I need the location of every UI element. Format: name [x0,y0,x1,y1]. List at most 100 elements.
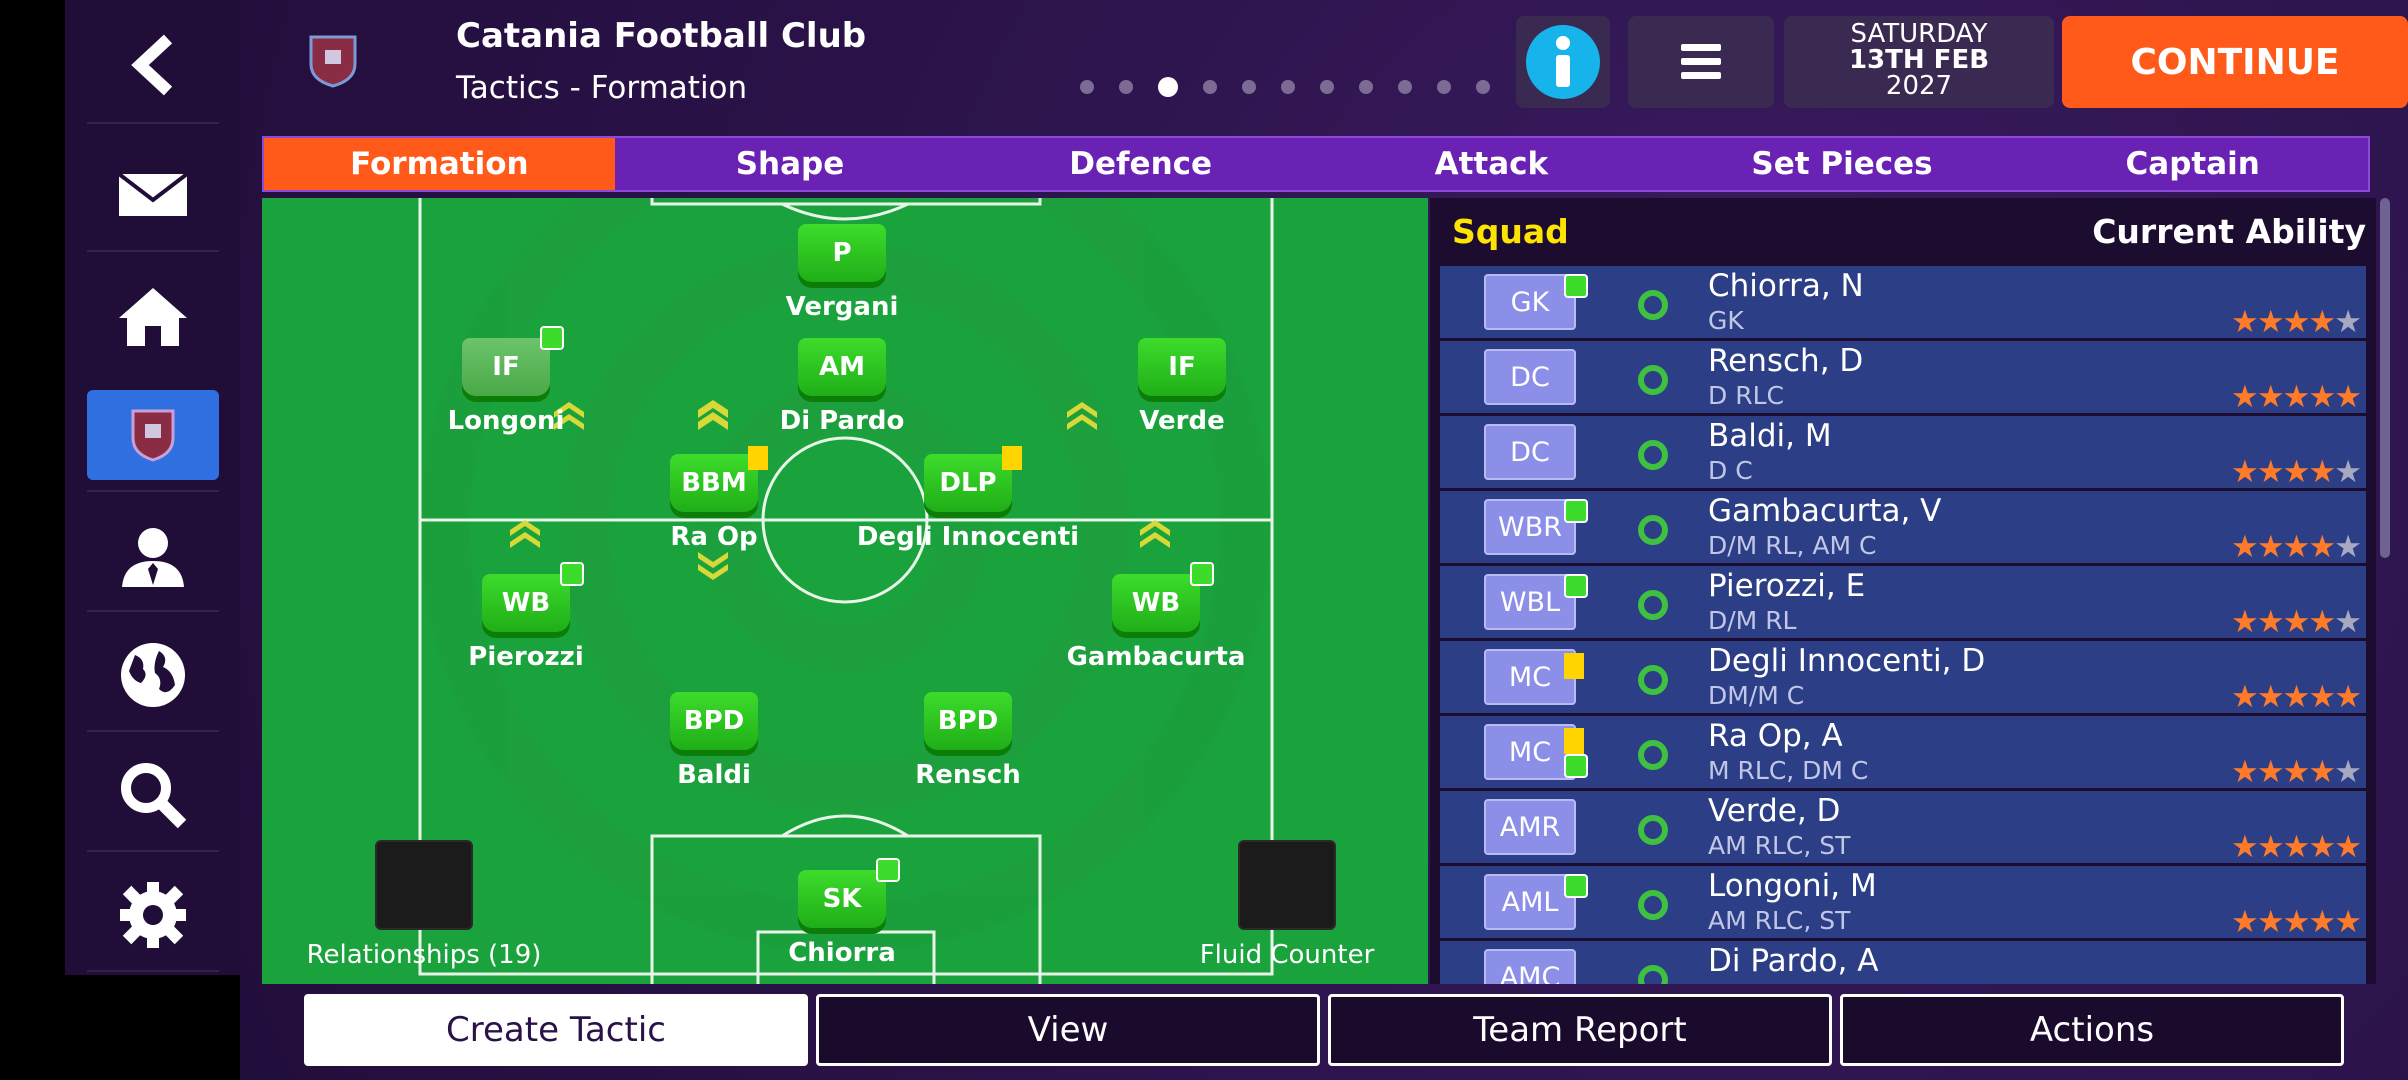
tab-attack[interactable]: Attack [1316,138,1667,190]
date-year: 2027 [1885,71,1953,101]
player-token-sk[interactable]: SK Chiorra [782,858,902,968]
swap-badge-icon [1564,274,1588,298]
manager-icon[interactable] [87,512,219,602]
club-crest-icon[interactable] [87,390,219,480]
status-icon [1638,815,1668,845]
move-arrow-icon [510,520,540,548]
status-icon [1638,965,1668,984]
ability-stars: ★★★★★ [2231,679,2362,715]
gear-icon[interactable] [87,870,219,960]
player-token-dlp[interactable]: DLP Degli Innocenti [857,446,1079,552]
yellow-card-icon [1564,728,1584,754]
mentality-button[interactable]: Fluid Counter [1162,840,1412,970]
status-icon [1638,290,1668,320]
squad-row[interactable]: MC Degli Innocenti, D DM/M C ★★★★★ [1440,641,2366,715]
player-token-if-right[interactable]: IF Verde [1122,338,1242,436]
ability-stars: ★★★★★ [2231,529,2362,565]
home-icon[interactable] [87,272,219,362]
status-icon [1638,365,1668,395]
tab-defence[interactable]: Defence [965,138,1316,190]
ability-stars: ★★★★★ [2231,754,2362,790]
status-icon [1638,590,1668,620]
club-name: Catania Football Club [456,16,867,56]
yellow-card-icon [1002,446,1022,470]
tab-shape[interactable]: Shape [615,138,966,190]
status-icon [1638,440,1668,470]
formation-dots-icon [1238,840,1336,930]
team-report-button[interactable]: Team Report [1328,994,1832,1066]
sidebar [65,0,240,975]
ability-stars: ★★★★★ [2231,604,2362,640]
date-day: 13TH FEB [1848,45,1990,75]
game-date[interactable]: SATURDAY 13TH FEB 2027 [1784,16,2054,108]
hamburger-icon [1681,44,1721,79]
ability-stars: ★★★★★ [2231,904,2362,940]
status-icon [1638,740,1668,770]
ability-stars: ★★★★★ [2231,454,2362,490]
squad-row[interactable]: DC Baldi, M D C ★★★★★ [1440,416,2366,490]
back-arrow-icon[interactable] [87,20,219,110]
squad-row[interactable]: WBL Pierozzi, E D/M RL ★★★★★ [1440,566,2366,640]
player-token-if-left[interactable]: IF Longoni [446,326,566,436]
squad-row[interactable]: AMR Verde, D AM RLC, ST ★★★★★ [1440,791,2366,865]
view-button[interactable]: View [816,994,1320,1066]
tab-formation[interactable]: Formation [264,138,615,190]
ability-stars: ★★★★★ [2231,304,2362,340]
relationships-label: Relationships (19) [306,940,542,970]
squad-row[interactable]: GK Chiorra, N GK ★★★★★ [1440,266,2366,340]
info-icon [1526,25,1600,99]
squad-row[interactable]: MC Ra Op, A M RLC, DM C ★★★★★ [1440,716,2366,790]
swap-badge-icon [1190,562,1214,586]
player-token-bpd-left[interactable]: BPD Baldi [654,692,774,790]
page-subtitle: Tactics - Formation [456,70,748,106]
actions-button[interactable]: Actions [1840,994,2344,1066]
info-button[interactable] [1516,16,1610,108]
move-arrow-icon [698,552,728,580]
create-tactic-button[interactable]: Create Tactic [304,994,808,1066]
status-icon [1638,890,1668,920]
tactics-tabs: Formation Shape Defence Attack Set Piece… [262,136,2370,192]
swap-badge-icon [540,326,564,350]
move-arrow-icon [1140,520,1170,548]
squad-row[interactable]: AML Longoni, M AM RLC, ST ★★★★★ [1440,866,2366,940]
status-icon [1638,515,1668,545]
mentality-label: Fluid Counter [1199,940,1375,970]
squad-row[interactable]: DC Rensch, D D RLC ★★★★★ [1440,341,2366,415]
tab-set-pieces[interactable]: Set Pieces [1667,138,2018,190]
player-token-bbm[interactable]: BBM Ra Op [654,446,774,552]
relationships-button[interactable]: Relationships (19) [274,840,574,970]
club-crest-icon [308,34,358,92]
swap-badge-icon [876,858,900,882]
squad-row[interactable]: AMC Di Pardo, A [1440,941,2366,984]
swap-badge-icon [560,562,584,586]
squad-row[interactable]: WBR Gambacurta, V D/M RL, AM C ★★★★★ [1440,491,2366,565]
squad-title: Squad [1452,211,1569,251]
relationships-icon [375,840,473,930]
globe-icon[interactable] [87,630,219,720]
ability-stars: ★★★★★ [2231,829,2362,865]
tab-captain[interactable]: Captain [2017,138,2368,190]
date-weekday: SATURDAY [1850,19,1988,49]
player-token-wb-left[interactable]: WB Pierozzi [466,562,586,672]
continue-button[interactable]: CONTINUE [2062,16,2408,108]
swap-badge-icon [1564,874,1588,898]
swap-badge-icon [1564,574,1588,598]
player-token-wb-right[interactable]: WB Gambacurta [1067,562,1245,672]
yellow-card-icon [748,446,768,470]
menu-button[interactable] [1628,16,1774,108]
status-icon [1638,665,1668,695]
squad-scrollbar[interactable] [2380,198,2390,558]
player-token-am[interactable]: AM Di Pardo [780,338,904,436]
page-indicator[interactable] [1080,77,1490,97]
yellow-card-icon [1564,653,1584,679]
search-icon[interactable] [87,750,219,840]
ability-header[interactable]: Current Ability [2092,212,2366,251]
player-token-bpd-right[interactable]: BPD Rensch [908,692,1028,790]
ability-stars: ★★★★★ [2231,379,2362,415]
swap-badge-icon [1564,754,1588,778]
mail-icon[interactable] [87,150,219,240]
player-token-p[interactable]: P Vergani [782,224,902,322]
squad-panel: Squad Current Ability GK Chiorra, N GK ★… [1430,198,2376,984]
swap-badge-icon [1564,499,1588,523]
formation-pitch: P Vergani IF Longoni AM Di Pardo IF Verd… [262,198,1428,984]
